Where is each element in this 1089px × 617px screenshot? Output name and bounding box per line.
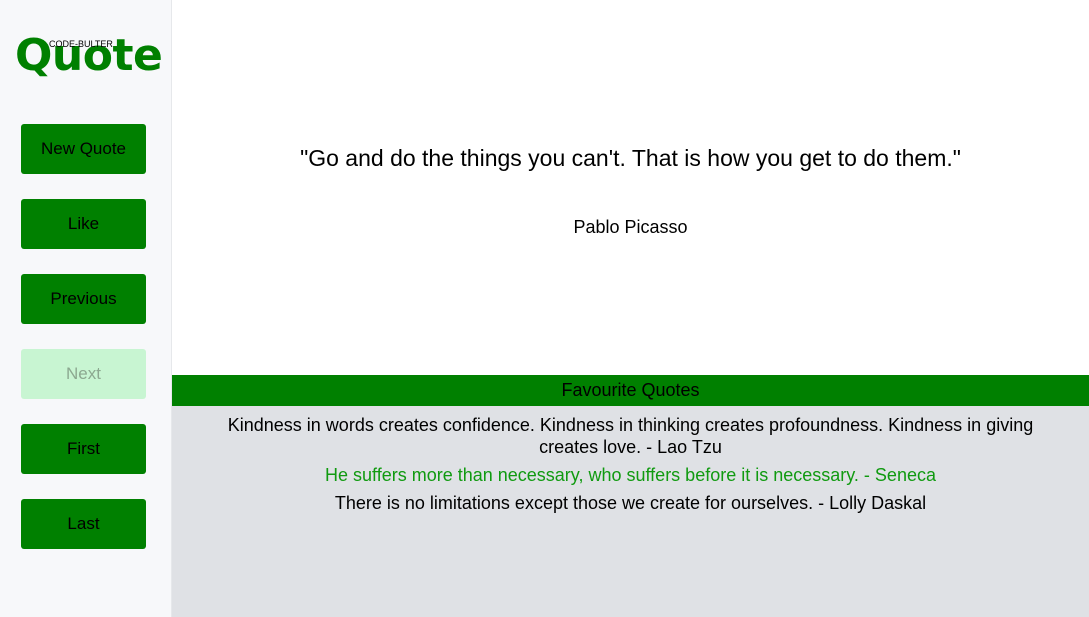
quote-display: "Go and do the things you can't. That is… — [172, 0, 1089, 375]
first-button[interactable]: First — [21, 424, 146, 474]
favourites-header: Favourite Quotes — [172, 375, 1089, 406]
quote-text: "Go and do the things you can't. That is… — [300, 145, 961, 171]
quote-author: Pablo Picasso — [573, 217, 688, 237]
logo-title: Quote — [15, 30, 163, 81]
favourites-panel: Kindness in words creates confidence. Ki… — [172, 406, 1089, 617]
main-content: "Go and do the things you can't. That is… — [172, 0, 1089, 617]
favourites-list: Kindness in words creates confidence. Ki… — [172, 406, 1089, 514]
logo: Quote CODE-BULTER — [15, 28, 165, 84]
quote-app: Quote CODE-BULTER New Quote Like Previou… — [0, 0, 1089, 617]
favourite-item[interactable]: There is no limitations except those we … — [202, 492, 1059, 514]
logo-subtitle: CODE-BULTER — [49, 39, 113, 49]
next-button[interactable]: Next — [21, 349, 146, 399]
new-quote-button[interactable]: New Quote — [21, 124, 146, 174]
favourite-item[interactable]: Kindness in words creates confidence. Ki… — [202, 414, 1059, 458]
like-button[interactable]: Like — [21, 199, 146, 249]
previous-button[interactable]: Previous — [21, 274, 146, 324]
favourite-item-highlighted[interactable]: He suffers more than necessary, who suff… — [202, 464, 1059, 486]
last-button[interactable]: Last — [21, 499, 146, 549]
sidebar: Quote CODE-BULTER New Quote Like Previou… — [0, 0, 172, 617]
